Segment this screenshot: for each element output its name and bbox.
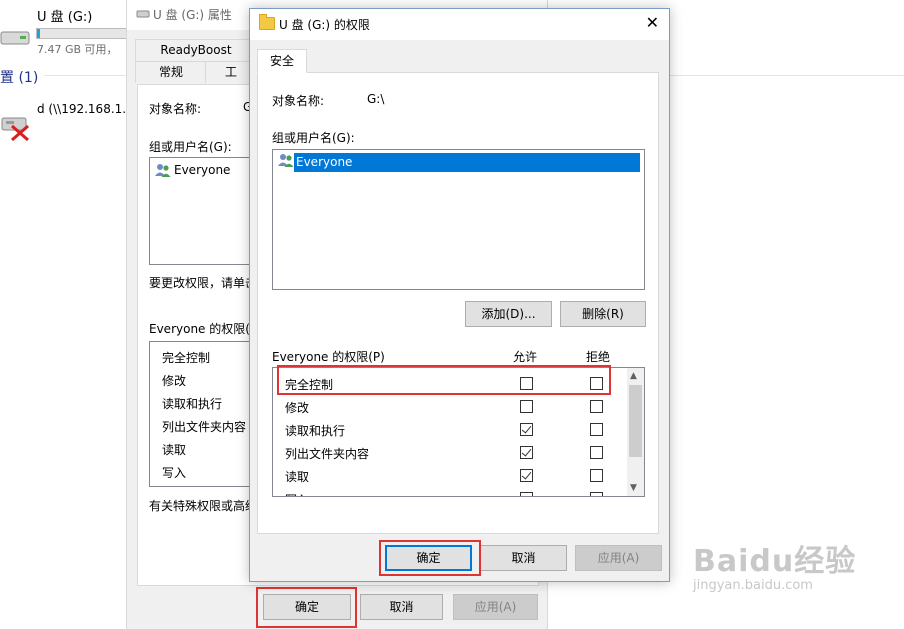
user-row-everyone[interactable]: Everyone <box>294 153 640 172</box>
prop-perm-item: 完全控制 <box>162 351 211 365</box>
prop-user-everyone[interactable]: Everyone <box>174 163 230 177</box>
section-divider <box>44 75 130 76</box>
baidu-watermark: Baidu经验 jingyan.baidu.com <box>693 536 856 593</box>
apply-button[interactable]: 应用(A) <box>575 545 662 571</box>
drive-label[interactable]: U 盘 (G:) <box>37 6 92 25</box>
perm-row-write: 写入 <box>273 487 628 496</box>
deny-checkbox[interactable] <box>590 377 603 390</box>
perm-label: 列出文件夹内容 <box>285 447 370 461</box>
drive-usage-bar <box>36 28 130 39</box>
perm-row-modify: 修改 <box>273 395 628 418</box>
dialog-title-bar: U 盘 (G:) 的权限 ✕ <box>250 9 669 40</box>
scroll-thumb[interactable] <box>629 385 642 457</box>
add-button[interactable]: 添加(D)... <box>465 301 552 327</box>
network-drive-label[interactable]: d (\\192.168.1.1 <box>37 102 125 116</box>
prop-groups-label: 组或用户名(G): <box>149 140 232 154</box>
object-name-label: 对象名称: <box>272 94 325 108</box>
scroll-up-icon[interactable]: ▲ <box>630 371 637 381</box>
tab-readyboost[interactable]: ReadyBoost <box>135 39 257 61</box>
perm-row-full-control: 完全控制 <box>273 372 628 395</box>
prop-change-hint: 要更改权限，请单击 <box>149 276 258 290</box>
deny-checkbox[interactable] <box>590 492 603 496</box>
section-header[interactable]: 置 (1) <box>0 67 38 87</box>
prop-apply-button[interactable]: 应用(A) <box>453 594 538 620</box>
prop-cancel-button[interactable]: 取消 <box>360 594 443 620</box>
perm-scrollbar[interactable]: ▲ ▼ <box>627 368 644 496</box>
cancel-button[interactable]: 取消 <box>480 545 567 571</box>
prop-perm-item: 读取 <box>162 443 187 457</box>
perm-header: Everyone 的权限(P) <box>272 350 385 364</box>
prop-ok-button[interactable]: 确定 <box>263 594 351 620</box>
permissions-dialog: U 盘 (G:) 的权限 ✕ 安全 对象名称: G:\ 组或用户名(G): Ev… <box>249 8 670 582</box>
folder-icon <box>259 14 275 30</box>
perm-row-read: 读取 <box>273 464 628 487</box>
watermark-brand: Baidu经验 <box>693 544 857 579</box>
deny-checkbox[interactable] <box>590 400 603 413</box>
allow-header: 允许 <box>513 350 538 364</box>
perm-row-list-folder: 列出文件夹内容 <box>273 441 628 464</box>
network-drive-disconnected-icon <box>1 117 29 142</box>
perm-label: 修改 <box>285 401 310 415</box>
permissions-table: 完全控制 修改 读取和执行 列出文件夹内容 读取 写入 <box>272 367 645 497</box>
perm-label: 完全控制 <box>285 378 334 392</box>
perm-label: 读取 <box>285 470 310 484</box>
watermark-url: jingyan.baidu.com <box>693 578 813 593</box>
properties-title: U 盘 (G:) 属性 <box>153 8 232 22</box>
deny-checkbox[interactable] <box>590 423 603 436</box>
allow-checkbox[interactable] <box>520 446 533 459</box>
prop-perm-item: 读取和执行 <box>162 397 223 411</box>
users-icon <box>155 164 171 177</box>
close-icon[interactable]: ✕ <box>646 15 659 31</box>
usb-drive-small-icon <box>136 10 150 18</box>
ok-button[interactable]: 确定 <box>385 545 472 571</box>
users-listbox[interactable]: Everyone <box>272 149 645 290</box>
deny-checkbox[interactable] <box>590 469 603 482</box>
prop-perm-header: Everyone 的权限( <box>149 322 250 336</box>
prop-perm-item: 列出文件夹内容 <box>162 420 247 434</box>
scroll-down-icon[interactable]: ▼ <box>630 483 637 493</box>
section-divider-right <box>670 75 904 76</box>
dialog-title: U 盘 (G:) 的权限 <box>279 18 370 32</box>
deny-header: 拒绝 <box>586 350 611 364</box>
remove-button[interactable]: 删除(R) <box>560 301 646 327</box>
allow-checkbox[interactable] <box>520 423 533 436</box>
perm-label: 写入 <box>285 491 309 496</box>
prop-perm-list: 完全控制 修改 读取和执行 列出文件夹内容 读取 写入 <box>149 341 261 487</box>
groups-label: 组或用户名(G): <box>272 131 355 145</box>
deny-checkbox[interactable] <box>590 446 603 459</box>
tab-general[interactable]: 常规 <box>135 61 207 83</box>
allow-checkbox[interactable] <box>520 377 533 390</box>
prop-perm-item: 修改 <box>162 374 187 388</box>
prop-perm-item: 写入 <box>162 466 187 480</box>
allow-checkbox[interactable] <box>520 469 533 482</box>
tab-security[interactable]: 安全 <box>257 49 307 73</box>
perm-row-read-execute: 读取和执行 <box>273 418 628 441</box>
drive-free-space: 7.47 GB 可用， <box>37 43 118 56</box>
usb-drive-icon <box>0 31 30 45</box>
prop-special-hint: 有关特殊权限或高级 <box>149 499 258 513</box>
prop-users-list[interactable]: Everyone <box>149 157 261 265</box>
allow-checkbox[interactable] <box>520 492 533 496</box>
user-name: Everyone <box>296 155 353 169</box>
allow-checkbox[interactable] <box>520 400 533 413</box>
object-name-value: G:\ <box>367 92 385 106</box>
users-icon <box>278 154 294 167</box>
perm-label: 读取和执行 <box>285 424 346 438</box>
prop-object-name-label: 对象名称: <box>149 102 202 116</box>
